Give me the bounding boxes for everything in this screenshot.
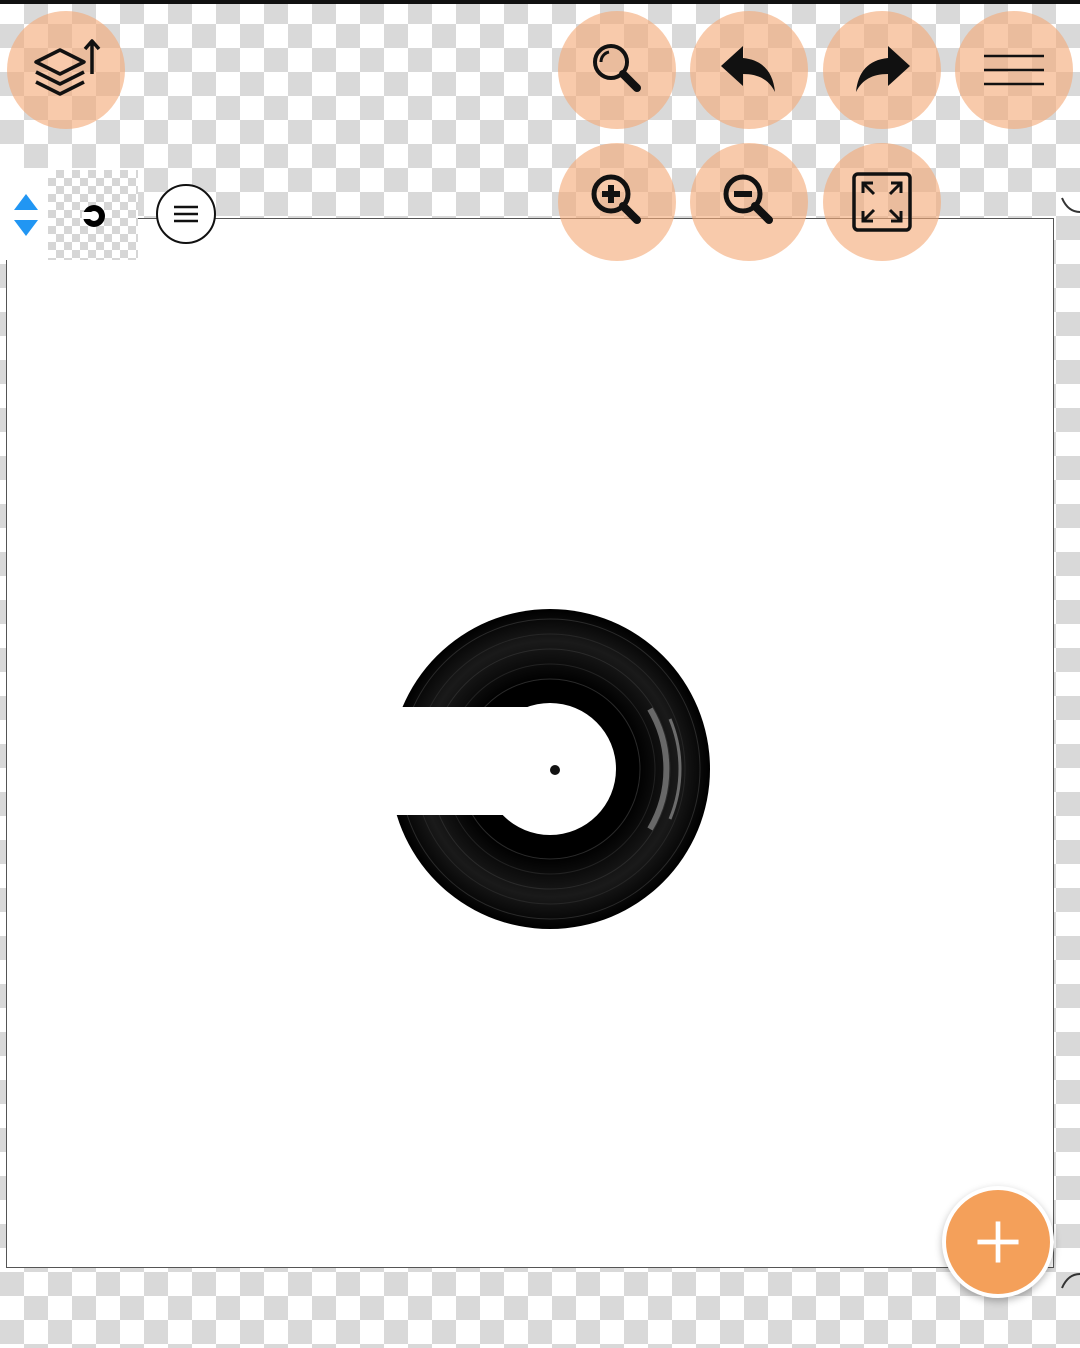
redo-icon	[856, 46, 910, 92]
canvas-area[interactable]	[6, 218, 1054, 1268]
resize-handle-bottom-right[interactable]	[1058, 1268, 1080, 1292]
layers-icon	[34, 39, 101, 96]
cut-out	[390, 707, 550, 815]
top-edge-line	[0, 0, 1080, 4]
undo-icon	[721, 46, 775, 92]
resize-handle-top-right[interactable]	[1058, 194, 1080, 218]
fit-screen-button[interactable]	[823, 143, 941, 261]
layer-menu-button[interactable]	[156, 184, 216, 244]
reorder-arrows-icon[interactable]	[8, 190, 44, 240]
redo-button[interactable]	[823, 11, 941, 129]
layer-thumbnail[interactable]	[48, 170, 138, 260]
search-icon	[593, 44, 641, 92]
search-button[interactable]	[558, 11, 676, 129]
layer-panel	[0, 168, 138, 260]
zoom-out-button[interactable]	[690, 143, 808, 261]
layers-button[interactable]	[7, 11, 125, 129]
zoom-out-icon	[723, 174, 773, 224]
plus-icon	[977, 1221, 1019, 1263]
zoom-in-icon	[591, 174, 641, 224]
fit-screen-icon	[852, 172, 912, 232]
hamburger-icon	[984, 54, 1044, 86]
spindle-dot	[550, 765, 560, 775]
vinyl-record-thumbnail	[82, 205, 105, 227]
zoom-in-button[interactable]	[558, 143, 676, 261]
add-button[interactable]	[942, 1186, 1054, 1298]
vinyl-record-image[interactable]	[7, 219, 1055, 1269]
layer-menu-icon	[174, 205, 198, 223]
menu-button[interactable]	[955, 11, 1073, 129]
undo-button[interactable]	[690, 11, 808, 129]
